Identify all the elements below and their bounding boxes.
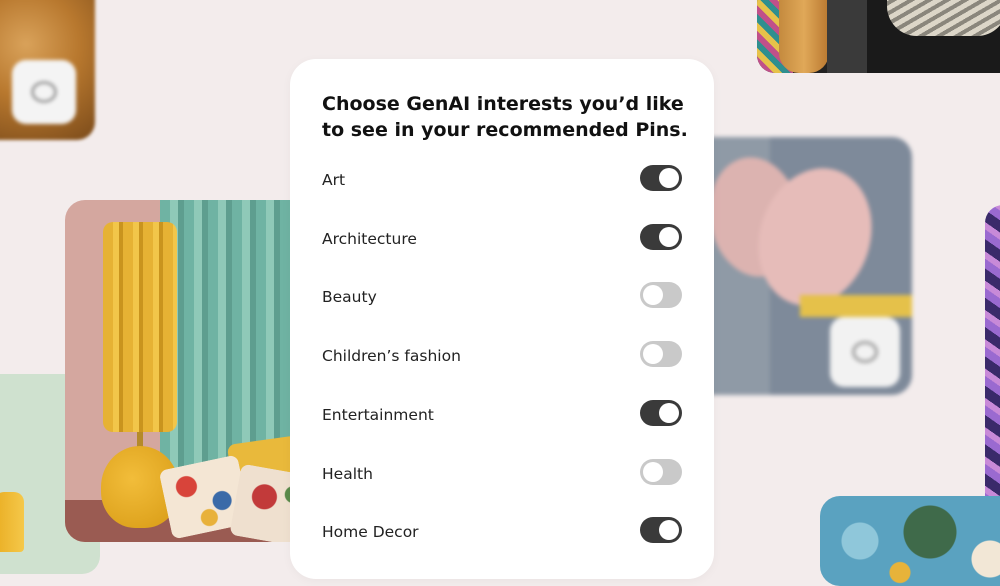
interest-row-art: Art <box>322 165 682 195</box>
pin-image-vase-interior[interactable] <box>757 0 1000 73</box>
interest-row-beauty: Beauty <box>322 282 682 312</box>
pin-image-floral-fabric[interactable] <box>820 496 1000 586</box>
interest-label: Health <box>322 464 373 483</box>
interest-row-health: Health <box>322 458 682 489</box>
interest-row-home-decor: Home Decor <box>322 517 682 547</box>
toggle-knob <box>659 402 679 423</box>
interest-toggle-entertainment[interactable] <box>640 399 682 426</box>
interest-toggle-beauty[interactable] <box>640 282 682 309</box>
interest-toggle-childrens-fashion[interactable] <box>640 341 682 368</box>
ai-modified-badge-icon <box>830 317 900 387</box>
toggle-knob <box>643 461 663 482</box>
toggle-knob <box>659 226 679 247</box>
interest-toggle-architecture[interactable] <box>640 223 682 250</box>
interest-toggle-health[interactable] <box>640 458 682 485</box>
interest-label: Art <box>322 171 346 189</box>
interest-row-entertainment: Entertainment <box>322 399 682 430</box>
interest-label: Beauty <box>322 288 377 307</box>
interest-row-architecture: Architecture <box>322 223 682 254</box>
genai-interests-card: Choose GenAI interests you’d like to see… <box>290 59 714 579</box>
pin-image-blurred-top-left[interactable] <box>0 0 95 140</box>
pin-image-blurred-paddles[interactable] <box>690 137 912 395</box>
toggle-knob <box>643 344 663 365</box>
toggle-knob <box>659 520 679 541</box>
interest-row-childrens-fashion: Children’s fashion <box>322 341 682 371</box>
interest-toggle-art[interactable] <box>640 165 682 191</box>
interest-label: Children’s fashion <box>322 347 461 366</box>
ai-modified-badge-icon <box>12 60 76 124</box>
card-title: Choose GenAI interests you’d like to see… <box>322 93 688 141</box>
interest-label: Architecture <box>322 229 417 248</box>
toggle-knob <box>643 285 663 306</box>
interest-toggle-home-decor[interactable] <box>640 517 682 544</box>
pin-image-purple-pattern[interactable] <box>985 205 1000 515</box>
toggle-knob <box>659 168 679 188</box>
pin-image-yellow-lamp[interactable] <box>65 200 315 542</box>
interest-label: Entertainment <box>322 405 434 424</box>
interest-label: Home Decor <box>322 523 419 542</box>
